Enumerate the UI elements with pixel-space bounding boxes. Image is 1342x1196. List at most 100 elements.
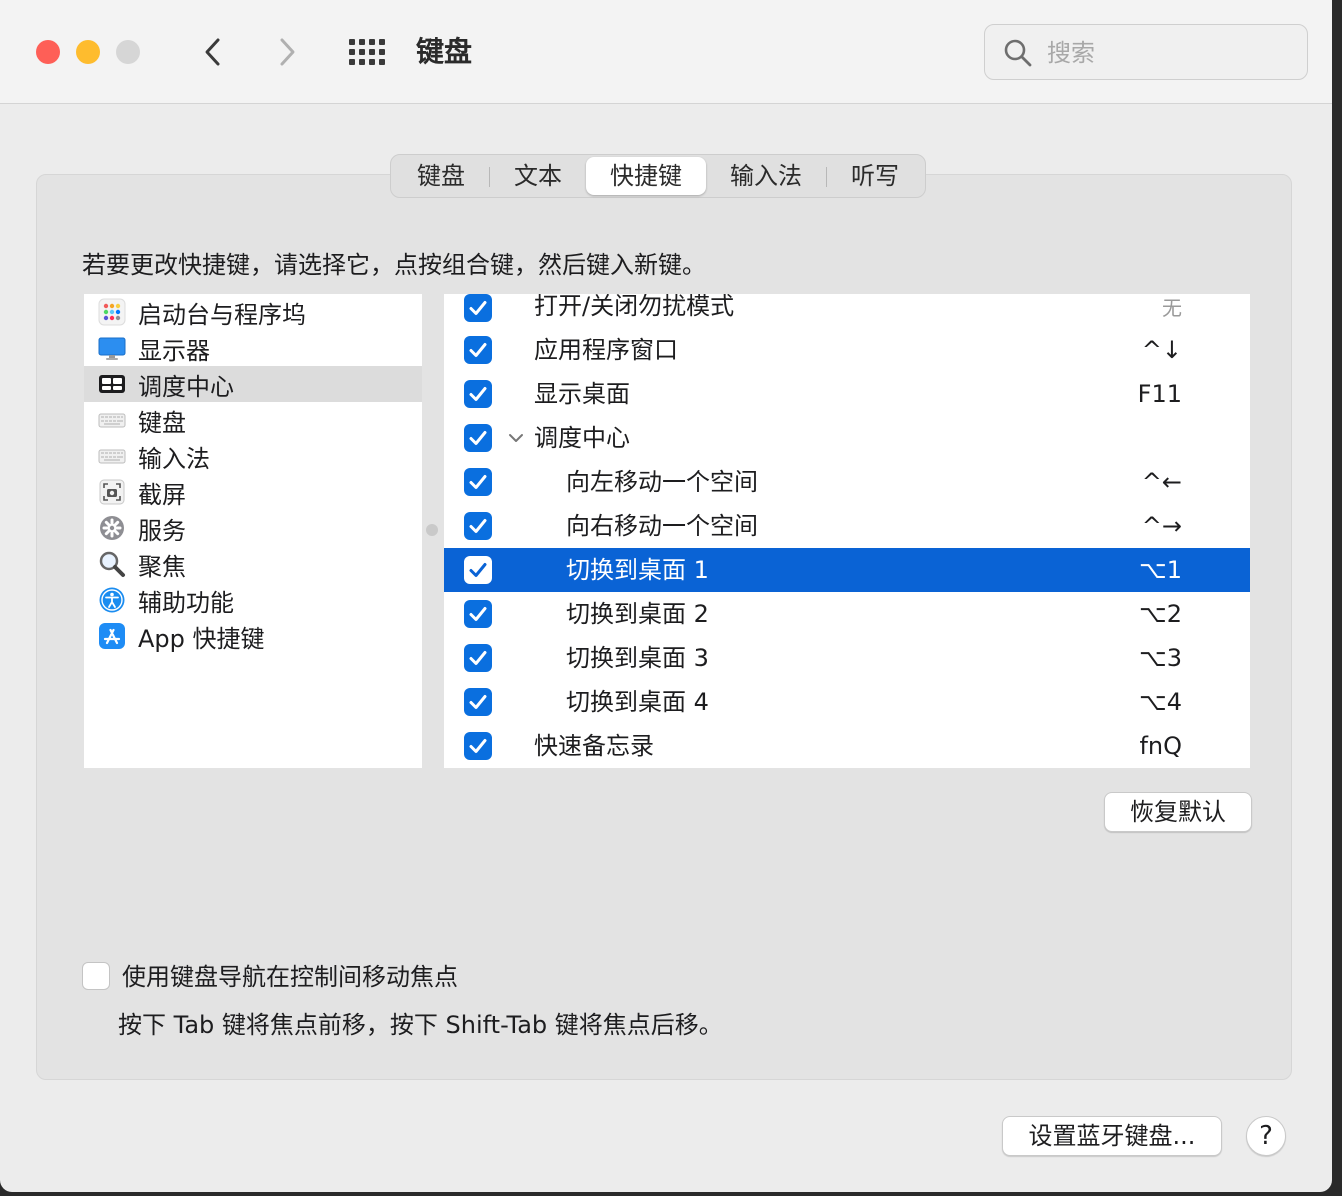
grid-icon	[349, 39, 385, 65]
keyboard-navigation-label[interactable]: 使用键盘导航在控制间移动焦点	[122, 960, 458, 994]
category-label: 键盘	[138, 408, 186, 437]
checkmark-icon	[469, 519, 487, 533]
shortcut-label: 打开/关闭勿扰模式	[534, 294, 735, 320]
category-label: 辅助功能	[138, 588, 234, 617]
category-label: 调度中心	[138, 372, 234, 401]
tab-shortcuts[interactable]: 快捷键	[586, 157, 706, 195]
shortcut-keys: ⌥4	[1139, 688, 1182, 716]
checkmark-icon	[469, 695, 487, 709]
setup-bluetooth-keyboard-button[interactable]: 设置蓝牙键盘...	[1002, 1116, 1222, 1156]
shortcut-label: 切换到桌面 4	[566, 688, 709, 716]
checkmark-icon	[469, 301, 487, 315]
tab-text[interactable]: 文本	[490, 157, 586, 195]
close-button[interactable]	[36, 40, 60, 64]
category-input-sources[interactable]: 输入法	[84, 438, 422, 474]
titlebar: 键盘 搜索	[0, 0, 1332, 104]
shortcut-label: 向右移动一个空间	[566, 512, 758, 540]
checkmark-icon	[469, 343, 487, 357]
shortcut-row[interactable]: 应用程序窗口 ^↓	[444, 328, 1250, 372]
shortcut-checkbox[interactable]	[464, 380, 492, 408]
mission-control-icon	[98, 370, 126, 398]
gear-icon	[98, 514, 126, 542]
display-icon	[98, 334, 126, 362]
shortcut-checkbox[interactable]	[464, 336, 492, 364]
category-screenshots[interactable]: 截屏	[84, 474, 422, 510]
shortcut-row[interactable]: 显示桌面 F11	[444, 372, 1250, 416]
tab-keyboard[interactable]: 键盘	[393, 157, 489, 195]
checkmark-icon	[469, 563, 487, 577]
checkmark-icon	[469, 739, 487, 753]
shortcut-checkbox[interactable]	[464, 424, 492, 452]
zoom-button[interactable]	[116, 40, 140, 64]
tab-dictation[interactable]: 听写	[827, 157, 923, 195]
restore-defaults-button[interactable]: 恢复默认	[1104, 792, 1252, 832]
shortcut-checkbox[interactable]	[464, 688, 492, 716]
instructions-text: 若要更改快捷键，请选择它，点按组合键，然后键入新键。	[82, 251, 706, 279]
checkmark-icon	[469, 431, 487, 445]
shortcut-checkbox[interactable]	[464, 294, 492, 322]
shortcut-label: 应用程序窗口	[534, 336, 678, 364]
category-mission-control[interactable]: 调度中心	[84, 366, 422, 402]
search-placeholder: 搜索	[1047, 39, 1095, 67]
shortcut-row[interactable]: 向右移动一个空间 ^→	[444, 504, 1250, 548]
shortcut-list: 打开/关闭勿扰模式 无 应用程序窗口 ^↓ 显示桌面 F11 调度中心 向左移动…	[444, 294, 1250, 768]
magnifier-icon	[98, 550, 126, 578]
shortcut-row[interactable]: 切换到桌面 4 ⌥4	[444, 680, 1250, 724]
checkmark-icon	[469, 607, 487, 621]
back-button[interactable]	[198, 34, 228, 70]
shortcut-checkbox[interactable]	[464, 644, 492, 672]
category-label: 启动台与程序坞	[138, 300, 306, 329]
category-label: 显示器	[138, 336, 210, 365]
category-spotlight[interactable]: 聚焦	[84, 546, 422, 582]
help-button[interactable]: ?	[1246, 1116, 1286, 1156]
category-services[interactable]: 服务	[84, 510, 422, 546]
shortcut-group-row[interactable]: 调度中心	[444, 416, 1250, 460]
shortcut-row[interactable]: 切换到桌面 3 ⌥3	[444, 636, 1250, 680]
chevron-down-icon[interactable]	[506, 428, 526, 448]
tab-input-sources[interactable]: 输入法	[706, 157, 826, 195]
shortcut-row[interactable]: 打开/关闭勿扰模式 无	[444, 294, 1250, 328]
shortcut-row[interactable]: 向左移动一个空间 ^←	[444, 460, 1250, 504]
category-list: 启动台与程序坞 显示器 调度中心 键盘 输入法 截屏 服务 聚焦 辅助功能 Ap…	[84, 294, 422, 768]
shortcut-row[interactable]: 快速备忘录 fnQ	[444, 724, 1250, 768]
checkmark-icon	[469, 475, 487, 489]
shortcut-row[interactable]: 切换到桌面 2 ⌥2	[444, 592, 1250, 636]
keyboard-navigation-checkbox[interactable]	[82, 962, 110, 990]
shortcut-checkbox[interactable]	[464, 732, 492, 760]
split-view-handle[interactable]	[426, 524, 438, 536]
category-app-shortcuts[interactable]: App 快捷键	[84, 618, 422, 654]
category-launchpad[interactable]: 启动台与程序坞	[84, 294, 422, 330]
shortcut-checkbox[interactable]	[464, 556, 492, 584]
preferences-window: 键盘 搜索 键盘 文本 快捷键 输入法 听写 若要更改快捷键，请选择它，点按组合…	[0, 0, 1332, 1192]
category-keyboard[interactable]: 键盘	[84, 402, 422, 438]
shortcut-checkbox[interactable]	[464, 512, 492, 540]
accessibility-icon	[98, 586, 126, 614]
shortcut-checkbox[interactable]	[464, 468, 492, 496]
shortcut-label: 切换到桌面 3	[566, 644, 709, 672]
shortcut-checkbox[interactable]	[464, 600, 492, 628]
category-displays[interactable]: 显示器	[84, 330, 422, 366]
search-field[interactable]: 搜索	[984, 24, 1308, 80]
screenshot-icon	[98, 478, 126, 506]
category-accessibility[interactable]: 辅助功能	[84, 582, 422, 618]
forward-button[interactable]	[272, 34, 302, 70]
shortcut-keys: ⌥2	[1139, 600, 1182, 628]
window-title: 键盘	[416, 35, 473, 68]
shortcut-keys: F11	[1137, 380, 1182, 408]
app-store-icon	[98, 622, 126, 650]
input-method-icon	[98, 442, 126, 470]
category-label: 服务	[138, 516, 186, 545]
show-all-button[interactable]	[348, 38, 386, 66]
shortcut-row-selected[interactable]: 切换到桌面 1 ⌥1	[444, 548, 1250, 592]
category-label: 聚焦	[138, 552, 186, 581]
category-label: App 快捷键	[138, 624, 265, 653]
shortcut-label: 向左移动一个空间	[566, 468, 758, 496]
minimize-button[interactable]	[76, 40, 100, 64]
checkmark-icon	[469, 651, 487, 665]
shortcut-keys: ⌥3	[1139, 644, 1182, 672]
shortcut-label: 调度中心	[534, 424, 630, 452]
shortcut-keys: ^↓	[1141, 336, 1182, 364]
launchpad-icon	[98, 298, 126, 326]
keyboard-navigation-help: 按下 Tab 键将焦点前移，按下 Shift-Tab 键将焦点后移。	[118, 1011, 723, 1039]
tab-bar: 键盘 文本 快捷键 输入法 听写	[390, 154, 926, 198]
